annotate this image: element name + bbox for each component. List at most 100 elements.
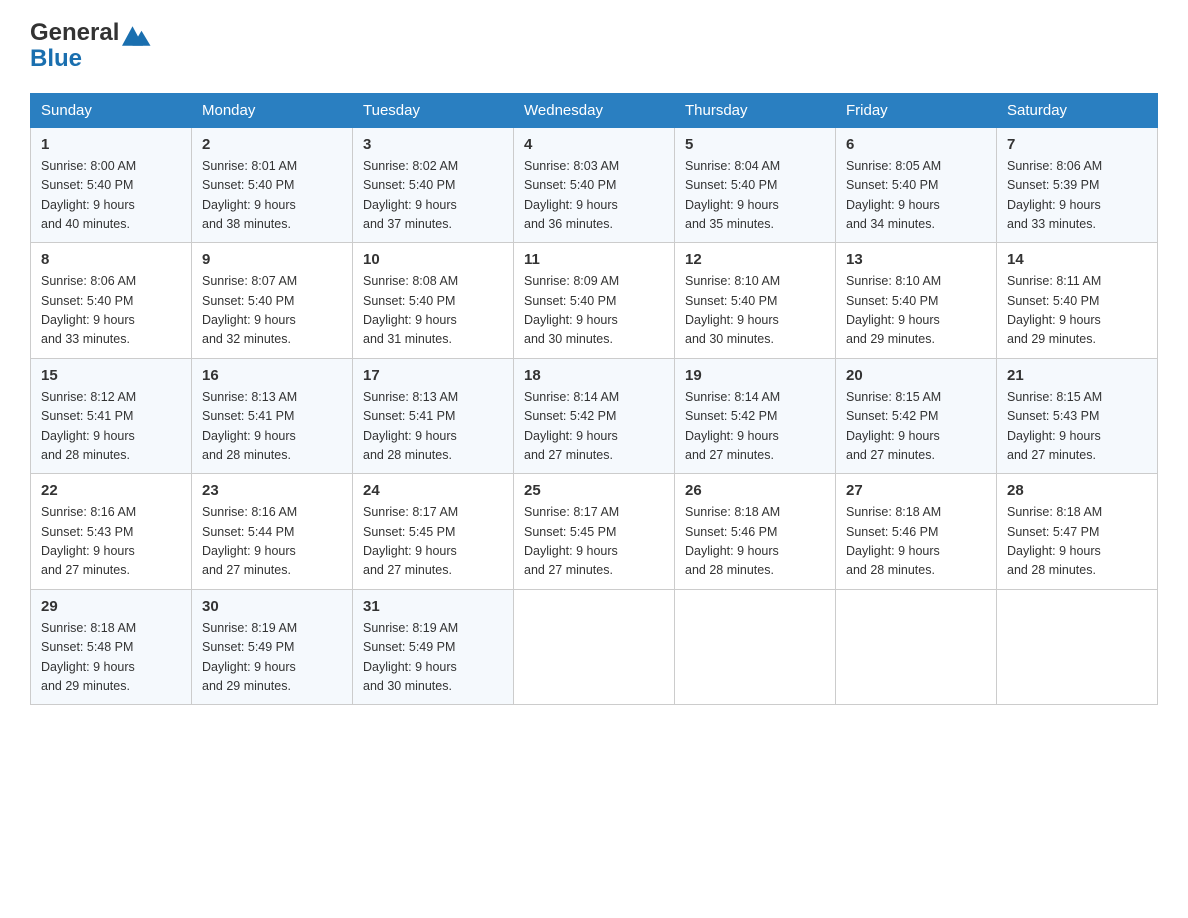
calendar-cell: 2 Sunrise: 8:01 AM Sunset: 5:40 PM Dayli… xyxy=(192,127,353,243)
day-number: 14 xyxy=(1007,251,1147,268)
day-number: 6 xyxy=(846,136,986,153)
day-info: Sunrise: 8:00 AM Sunset: 5:40 PM Dayligh… xyxy=(41,157,181,235)
day-info: Sunrise: 8:14 AM Sunset: 5:42 PM Dayligh… xyxy=(685,388,825,466)
day-number: 27 xyxy=(846,482,986,499)
day-info: Sunrise: 8:18 AM Sunset: 5:46 PM Dayligh… xyxy=(846,503,986,581)
day-info: Sunrise: 8:13 AM Sunset: 5:41 PM Dayligh… xyxy=(202,388,342,466)
day-info: Sunrise: 8:16 AM Sunset: 5:43 PM Dayligh… xyxy=(41,503,181,581)
day-number: 18 xyxy=(524,367,664,384)
day-number: 19 xyxy=(685,367,825,384)
calendar-week-row: 22 Sunrise: 8:16 AM Sunset: 5:43 PM Dayl… xyxy=(31,474,1158,590)
day-number: 28 xyxy=(1007,482,1147,499)
calendar-cell: 17 Sunrise: 8:13 AM Sunset: 5:41 PM Dayl… xyxy=(353,358,514,474)
day-number: 20 xyxy=(846,367,986,384)
weekday-header-monday: Monday xyxy=(192,93,353,127)
day-number: 1 xyxy=(41,136,181,153)
weekday-header-row: SundayMondayTuesdayWednesdayThursdayFrid… xyxy=(31,93,1158,127)
day-number: 7 xyxy=(1007,136,1147,153)
calendar-cell: 23 Sunrise: 8:16 AM Sunset: 5:44 PM Dayl… xyxy=(192,474,353,590)
day-info: Sunrise: 8:12 AM Sunset: 5:41 PM Dayligh… xyxy=(41,388,181,466)
day-info: Sunrise: 8:16 AM Sunset: 5:44 PM Dayligh… xyxy=(202,503,342,581)
day-info: Sunrise: 8:18 AM Sunset: 5:48 PM Dayligh… xyxy=(41,619,181,697)
logo-general-text: General xyxy=(30,20,119,46)
calendar-cell: 15 Sunrise: 8:12 AM Sunset: 5:41 PM Dayl… xyxy=(31,358,192,474)
day-info: Sunrise: 8:03 AM Sunset: 5:40 PM Dayligh… xyxy=(524,157,664,235)
calendar-cell: 6 Sunrise: 8:05 AM Sunset: 5:40 PM Dayli… xyxy=(836,127,997,243)
day-info: Sunrise: 8:18 AM Sunset: 5:47 PM Dayligh… xyxy=(1007,503,1147,581)
calendar-cell: 4 Sunrise: 8:03 AM Sunset: 5:40 PM Dayli… xyxy=(514,127,675,243)
calendar-cell: 29 Sunrise: 8:18 AM Sunset: 5:48 PM Dayl… xyxy=(31,589,192,705)
calendar-week-row: 8 Sunrise: 8:06 AM Sunset: 5:40 PM Dayli… xyxy=(31,243,1158,359)
calendar-cell: 16 Sunrise: 8:13 AM Sunset: 5:41 PM Dayl… xyxy=(192,358,353,474)
weekday-header-sunday: Sunday xyxy=(31,93,192,127)
page-header: General Blue xyxy=(30,20,1158,73)
calendar-cell: 22 Sunrise: 8:16 AM Sunset: 5:43 PM Dayl… xyxy=(31,474,192,590)
calendar-body: 1 Sunrise: 8:00 AM Sunset: 5:40 PM Dayli… xyxy=(31,127,1158,705)
day-info: Sunrise: 8:06 AM Sunset: 5:39 PM Dayligh… xyxy=(1007,157,1147,235)
day-info: Sunrise: 8:01 AM Sunset: 5:40 PM Dayligh… xyxy=(202,157,342,235)
day-number: 29 xyxy=(41,598,181,615)
calendar-week-row: 29 Sunrise: 8:18 AM Sunset: 5:48 PM Dayl… xyxy=(31,589,1158,705)
calendar-cell: 21 Sunrise: 8:15 AM Sunset: 5:43 PM Dayl… xyxy=(997,358,1158,474)
day-info: Sunrise: 8:07 AM Sunset: 5:40 PM Dayligh… xyxy=(202,272,342,350)
day-number: 4 xyxy=(524,136,664,153)
day-number: 22 xyxy=(41,482,181,499)
logo: General Blue xyxy=(30,20,152,73)
day-number: 11 xyxy=(524,251,664,268)
day-info: Sunrise: 8:11 AM Sunset: 5:40 PM Dayligh… xyxy=(1007,272,1147,350)
day-number: 13 xyxy=(846,251,986,268)
calendar-cell xyxy=(836,589,997,705)
day-info: Sunrise: 8:05 AM Sunset: 5:40 PM Dayligh… xyxy=(846,157,986,235)
calendar-cell: 20 Sunrise: 8:15 AM Sunset: 5:42 PM Dayl… xyxy=(836,358,997,474)
calendar-cell: 30 Sunrise: 8:19 AM Sunset: 5:49 PM Dayl… xyxy=(192,589,353,705)
weekday-header-thursday: Thursday xyxy=(675,93,836,127)
calendar-cell: 26 Sunrise: 8:18 AM Sunset: 5:46 PM Dayl… xyxy=(675,474,836,590)
day-number: 23 xyxy=(202,482,342,499)
weekday-header-saturday: Saturday xyxy=(997,93,1158,127)
calendar-cell: 10 Sunrise: 8:08 AM Sunset: 5:40 PM Dayl… xyxy=(353,243,514,359)
day-info: Sunrise: 8:17 AM Sunset: 5:45 PM Dayligh… xyxy=(363,503,503,581)
day-number: 9 xyxy=(202,251,342,268)
day-number: 26 xyxy=(685,482,825,499)
logo-blue-text: Blue xyxy=(30,46,82,72)
day-info: Sunrise: 8:04 AM Sunset: 5:40 PM Dayligh… xyxy=(685,157,825,235)
day-number: 24 xyxy=(363,482,503,499)
day-number: 30 xyxy=(202,598,342,615)
day-info: Sunrise: 8:15 AM Sunset: 5:43 PM Dayligh… xyxy=(1007,388,1147,466)
day-number: 2 xyxy=(202,136,342,153)
calendar-cell: 7 Sunrise: 8:06 AM Sunset: 5:39 PM Dayli… xyxy=(997,127,1158,243)
calendar-week-row: 1 Sunrise: 8:00 AM Sunset: 5:40 PM Dayli… xyxy=(31,127,1158,243)
day-number: 12 xyxy=(685,251,825,268)
day-number: 17 xyxy=(363,367,503,384)
calendar-cell: 13 Sunrise: 8:10 AM Sunset: 5:40 PM Dayl… xyxy=(836,243,997,359)
calendar-cell: 1 Sunrise: 8:00 AM Sunset: 5:40 PM Dayli… xyxy=(31,127,192,243)
calendar-cell: 19 Sunrise: 8:14 AM Sunset: 5:42 PM Dayl… xyxy=(675,358,836,474)
weekday-header-tuesday: Tuesday xyxy=(353,93,514,127)
calendar-cell: 8 Sunrise: 8:06 AM Sunset: 5:40 PM Dayli… xyxy=(31,243,192,359)
calendar-cell xyxy=(997,589,1158,705)
day-info: Sunrise: 8:14 AM Sunset: 5:42 PM Dayligh… xyxy=(524,388,664,466)
calendar-cell: 25 Sunrise: 8:17 AM Sunset: 5:45 PM Dayl… xyxy=(514,474,675,590)
day-info: Sunrise: 8:17 AM Sunset: 5:45 PM Dayligh… xyxy=(524,503,664,581)
day-number: 31 xyxy=(363,598,503,615)
day-number: 5 xyxy=(685,136,825,153)
calendar-cell: 28 Sunrise: 8:18 AM Sunset: 5:47 PM Dayl… xyxy=(997,474,1158,590)
day-info: Sunrise: 8:02 AM Sunset: 5:40 PM Dayligh… xyxy=(363,157,503,235)
day-info: Sunrise: 8:19 AM Sunset: 5:49 PM Dayligh… xyxy=(363,619,503,697)
day-info: Sunrise: 8:15 AM Sunset: 5:42 PM Dayligh… xyxy=(846,388,986,466)
day-info: Sunrise: 8:09 AM Sunset: 5:40 PM Dayligh… xyxy=(524,272,664,350)
calendar-cell: 31 Sunrise: 8:19 AM Sunset: 5:49 PM Dayl… xyxy=(353,589,514,705)
calendar-table: SundayMondayTuesdayWednesdayThursdayFrid… xyxy=(30,93,1158,706)
calendar-cell xyxy=(675,589,836,705)
day-info: Sunrise: 8:10 AM Sunset: 5:40 PM Dayligh… xyxy=(685,272,825,350)
weekday-header-wednesday: Wednesday xyxy=(514,93,675,127)
weekday-header-friday: Friday xyxy=(836,93,997,127)
calendar-cell: 9 Sunrise: 8:07 AM Sunset: 5:40 PM Dayli… xyxy=(192,243,353,359)
calendar-cell: 18 Sunrise: 8:14 AM Sunset: 5:42 PM Dayl… xyxy=(514,358,675,474)
calendar-cell: 14 Sunrise: 8:11 AM Sunset: 5:40 PM Dayl… xyxy=(997,243,1158,359)
calendar-header: SundayMondayTuesdayWednesdayThursdayFrid… xyxy=(31,93,1158,127)
calendar-cell: 11 Sunrise: 8:09 AM Sunset: 5:40 PM Dayl… xyxy=(514,243,675,359)
day-number: 25 xyxy=(524,482,664,499)
calendar-cell: 5 Sunrise: 8:04 AM Sunset: 5:40 PM Dayli… xyxy=(675,127,836,243)
calendar-week-row: 15 Sunrise: 8:12 AM Sunset: 5:41 PM Dayl… xyxy=(31,358,1158,474)
